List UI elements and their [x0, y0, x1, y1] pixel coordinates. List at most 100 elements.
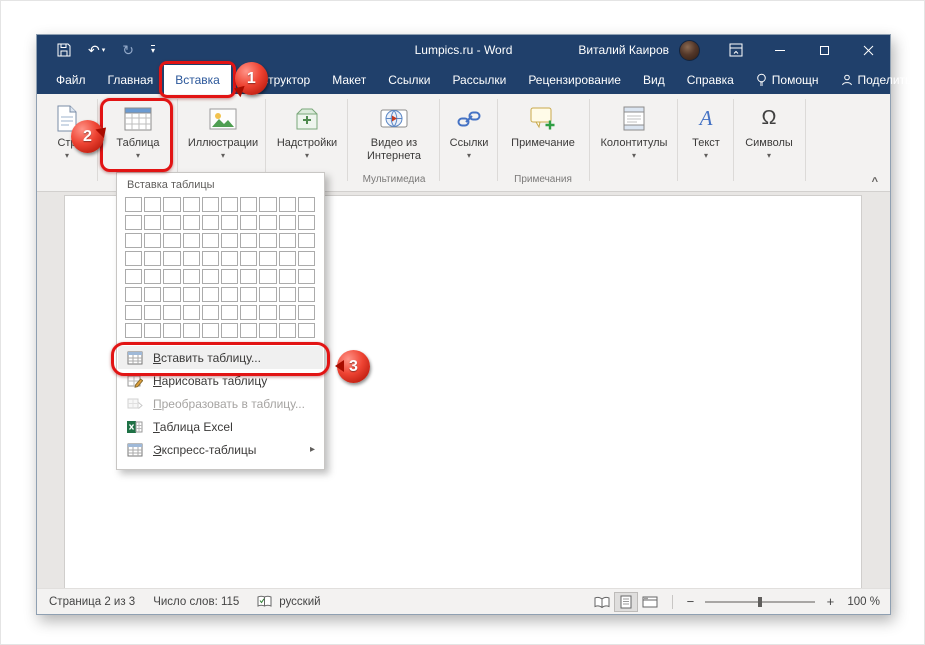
- table-size-cell[interactable]: [221, 233, 239, 248]
- avatar[interactable]: [679, 39, 700, 61]
- table-size-cell[interactable]: [163, 197, 181, 212]
- table-size-cell[interactable]: [182, 269, 200, 284]
- header-footer-button[interactable]: Колонтитулы ▾: [593, 96, 675, 160]
- table-size-cell[interactable]: [259, 287, 277, 302]
- table-size-cell[interactable]: [240, 323, 258, 338]
- table-size-cell[interactable]: [278, 215, 296, 230]
- table-size-cell[interactable]: [125, 323, 143, 338]
- menu-item-draw-table[interactable]: Нарисовать таблицу: [118, 369, 323, 392]
- table-size-cell[interactable]: [182, 287, 200, 302]
- table-size-cell[interactable]: [259, 251, 277, 266]
- table-size-cell[interactable]: [163, 305, 181, 320]
- print-layout-button[interactable]: [614, 591, 639, 612]
- table-size-cell[interactable]: [182, 233, 200, 248]
- table-size-cell[interactable]: [240, 269, 258, 284]
- table-size-cell[interactable]: [201, 233, 219, 248]
- close-button[interactable]: [846, 35, 890, 65]
- menu-item-quick-tables[interactable]: Экспресс-таблицы ▸: [118, 438, 323, 461]
- table-size-cell[interactable]: [278, 233, 296, 248]
- table-size-cell[interactable]: [278, 251, 296, 266]
- tab-view[interactable]: Вид: [632, 65, 676, 94]
- zoom-slider-thumb[interactable]: [758, 596, 763, 607]
- table-size-cell[interactable]: [240, 251, 258, 266]
- text-button[interactable]: А Текст ▾: [681, 96, 731, 160]
- proofing-icon[interactable]: [257, 595, 272, 608]
- table-size-cell[interactable]: [144, 251, 162, 266]
- tab-review[interactable]: Рецензирование: [517, 65, 632, 94]
- table-size-cell[interactable]: [297, 323, 315, 338]
- table-size-cell[interactable]: [278, 305, 296, 320]
- user-name[interactable]: Виталий Каиров: [578, 43, 669, 57]
- customize-qat-button[interactable]: ▾: [150, 45, 155, 55]
- table-size-cell[interactable]: [163, 269, 181, 284]
- table-size-cell[interactable]: [297, 233, 315, 248]
- table-size-cell[interactable]: [182, 251, 200, 266]
- table-size-cell[interactable]: [125, 269, 143, 284]
- table-size-cell[interactable]: [125, 287, 143, 302]
- table-size-cell[interactable]: [278, 269, 296, 284]
- table-size-cell[interactable]: [240, 197, 258, 212]
- table-size-cell[interactable]: [278, 323, 296, 338]
- table-size-cell[interactable]: [259, 197, 277, 212]
- tab-references[interactable]: Ссылки: [377, 65, 441, 94]
- menu-item-insert-table[interactable]: Вставить таблицу... 3: [111, 342, 370, 383]
- addins-button[interactable]: Надстройки ▾: [269, 96, 345, 160]
- tab-layout[interactable]: Макет: [321, 65, 377, 94]
- table-size-cell[interactable]: [163, 233, 181, 248]
- table-size-cell[interactable]: [297, 197, 315, 212]
- table-size-cell[interactable]: [221, 305, 239, 320]
- table-size-cell[interactable]: [144, 305, 162, 320]
- table-size-cell[interactable]: [201, 323, 219, 338]
- table-size-cell[interactable]: [259, 269, 277, 284]
- table-size-cell[interactable]: [163, 287, 181, 302]
- zoom-level[interactable]: 100 %: [847, 596, 880, 608]
- table-size-cell[interactable]: [125, 197, 143, 212]
- table-size-cell[interactable]: [182, 305, 200, 320]
- table-size-cell[interactable]: [144, 287, 162, 302]
- table-size-cell[interactable]: [201, 305, 219, 320]
- table-size-cell[interactable]: [125, 251, 143, 266]
- table-size-cell[interactable]: [221, 197, 239, 212]
- table-size-cell[interactable]: [163, 323, 181, 338]
- table-size-cell[interactable]: [259, 233, 277, 248]
- table-size-cell[interactable]: [144, 269, 162, 284]
- zoom-in-button[interactable]: +: [823, 594, 837, 609]
- table-size-cell[interactable]: [201, 197, 219, 212]
- table-size-cell[interactable]: [240, 233, 258, 248]
- repeat-button[interactable]: ↻: [122, 43, 134, 57]
- tab-insert[interactable]: Вставка 1: [159, 61, 268, 98]
- table-size-cell[interactable]: [221, 287, 239, 302]
- table-size-cell[interactable]: [182, 215, 200, 230]
- illustrations-button[interactable]: Иллюстрации ▾: [183, 96, 263, 160]
- tell-me-assistant[interactable]: Помощн: [745, 65, 830, 94]
- zoom-out-button[interactable]: −: [683, 594, 697, 609]
- table-size-cell[interactable]: [201, 269, 219, 284]
- table-size-cell[interactable]: [221, 269, 239, 284]
- page-indicator[interactable]: Страница 2 из 3: [49, 596, 135, 608]
- maximize-button[interactable]: [802, 35, 846, 65]
- table-size-cell[interactable]: [201, 251, 219, 266]
- menu-item-excel-table[interactable]: Таблица Excel: [118, 415, 323, 438]
- ribbon-display-options-button[interactable]: [714, 35, 758, 65]
- table-size-cell[interactable]: [163, 215, 181, 230]
- table-size-cell[interactable]: [297, 215, 315, 230]
- table-size-cell[interactable]: [182, 197, 200, 212]
- table-size-cell[interactable]: [240, 215, 258, 230]
- table-size-cell[interactable]: [259, 323, 277, 338]
- save-button[interactable]: [57, 43, 71, 57]
- table-size-cell[interactable]: [163, 251, 181, 266]
- tab-mailings[interactable]: Рассылки: [441, 65, 517, 94]
- table-size-cell[interactable]: [221, 323, 239, 338]
- table-size-cell[interactable]: [125, 233, 143, 248]
- table-size-cell[interactable]: [201, 287, 219, 302]
- language-indicator[interactable]: русский: [279, 596, 320, 608]
- web-layout-button[interactable]: [638, 592, 662, 612]
- table-size-cell[interactable]: [125, 305, 143, 320]
- table-size-cell[interactable]: [297, 287, 315, 302]
- table-size-cell[interactable]: [297, 251, 315, 266]
- table-size-cell[interactable]: [297, 305, 315, 320]
- table-size-cell[interactable]: [221, 215, 239, 230]
- symbols-button[interactable]: Ω Символы ▾: [737, 96, 801, 160]
- table-size-cell[interactable]: [221, 251, 239, 266]
- share-button[interactable]: Поделиться: [830, 65, 925, 94]
